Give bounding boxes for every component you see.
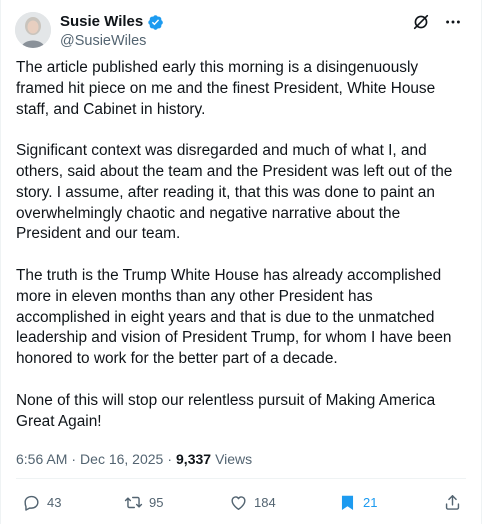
author-names: Susie Wiles @SusieWiles (60, 13, 164, 50)
repost-count: 95 (149, 495, 164, 510)
share-button[interactable] (443, 493, 462, 512)
like-button[interactable]: 184 (229, 493, 276, 512)
share-icon (445, 495, 460, 510)
post-meta: 6:56 AM · Dec 16, 2025 · 9,337 Views (16, 451, 252, 467)
header-actions (411, 12, 463, 32)
divider (16, 478, 466, 479)
post-header: Susie Wiles @SusieWiles (15, 12, 469, 52)
grok-icon[interactable] (411, 12, 431, 32)
post-card: Susie Wiles @SusieWiles The article publ… (0, 0, 482, 524)
more-icon[interactable] (443, 12, 463, 32)
post-date[interactable]: Dec 16, 2025 (80, 451, 163, 467)
reply-count: 43 (47, 495, 62, 510)
avatar[interactable] (15, 12, 51, 48)
handle[interactable]: @SusieWiles (60, 32, 164, 50)
meta-separator: · (167, 451, 173, 467)
bookmark-icon (341, 495, 354, 511)
display-name[interactable]: Susie Wiles (60, 13, 143, 31)
reply-button[interactable]: 43 (22, 493, 61, 512)
post-paragraph: The truth is the Trump White House has a… (16, 266, 452, 368)
post-paragraph: Significant context was disregarded and … (16, 142, 453, 243)
views-label: Views (215, 451, 253, 467)
like-icon (231, 496, 246, 510)
bookmark-button[interactable]: 21 (338, 493, 377, 512)
views-count[interactable]: 9,337 (176, 451, 211, 467)
post-paragraph: The article published early this morning… (16, 59, 436, 118)
reply-icon (24, 495, 39, 511)
action-bar: 43 95 184 21 (16, 493, 466, 515)
post-text: The article published early this morning… (16, 58, 468, 432)
repost-button[interactable]: 95 (124, 493, 163, 512)
post-paragraph: None of this will stop our relentless pu… (16, 391, 436, 430)
meta-separator: · (71, 451, 77, 467)
like-count: 184 (254, 495, 276, 510)
bookmark-count: 21 (363, 495, 378, 510)
post-time[interactable]: 6:56 AM (16, 451, 67, 467)
repost-icon (124, 496, 143, 509)
verified-badge-icon[interactable] (147, 14, 164, 31)
avatar-image (15, 12, 51, 48)
